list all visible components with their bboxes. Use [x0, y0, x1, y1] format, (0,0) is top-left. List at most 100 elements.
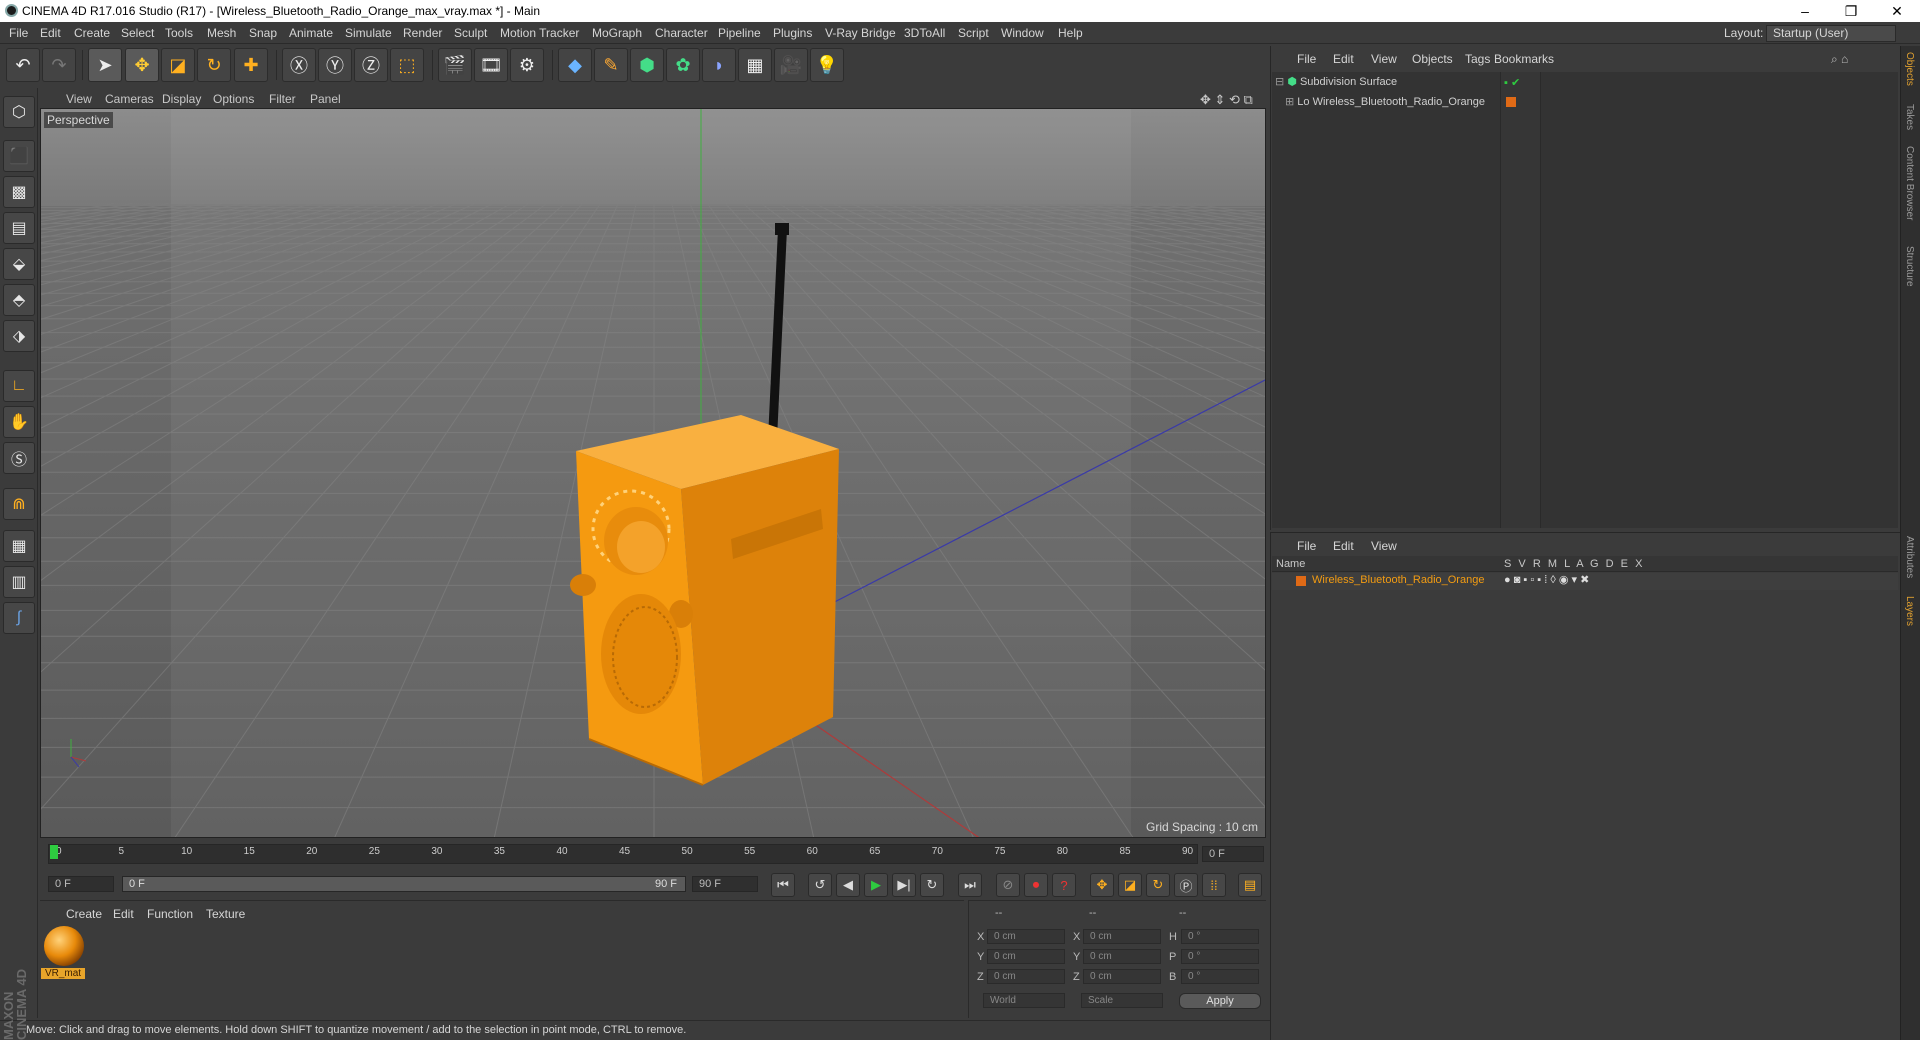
tab-layers[interactable]: Layers [1904, 596, 1915, 626]
range-slider[interactable]: 0 F 90 F [122, 876, 686, 892]
model-mode-icon[interactable]: ⬛ [3, 140, 35, 172]
object-row-subdivision[interactable]: ⊟ ⬢ Subdivision Surface [1275, 73, 1397, 91]
menu-select[interactable]: Select [121, 26, 154, 40]
goto-end-icon[interactable]: ⏭ [958, 873, 982, 897]
snap-icon[interactable]: Ⓢ [3, 442, 35, 474]
key-scale-icon[interactable]: ◪ [1118, 873, 1142, 897]
restore-icon[interactable]: ❐ [1828, 0, 1874, 22]
expand-plus-icon[interactable]: ⊞ [1285, 96, 1294, 108]
obj-menu-file[interactable]: File [1297, 52, 1316, 66]
menu-simulate[interactable]: Simulate [345, 26, 392, 40]
rotate-tool-icon[interactable]: ↻ [197, 48, 231, 82]
camera-icon[interactable]: 🎥 [774, 48, 808, 82]
object-row-radio[interactable]: ⊞ Lo Wireless_Bluetooth_Radio_Orange [1285, 93, 1485, 111]
menu-motion-tracker[interactable]: Motion Tracker [500, 26, 579, 40]
tab-takes[interactable]: Takes [1904, 104, 1915, 130]
layer-color-icon[interactable] [1506, 97, 1516, 107]
start-frame-field[interactable]: 0 F [48, 876, 114, 892]
mat-menu-function[interactable]: Function [147, 907, 193, 921]
play-icon[interactable]: ▶ [864, 873, 888, 897]
goto-start-icon[interactable]: ⏮ [771, 873, 795, 897]
layer-toggle-icons[interactable]: ● ◙ ▪ ▫ ▪ ⁞ ◊ ◉ ▾ ✖ [1504, 573, 1589, 586]
timeline-ruler[interactable]: 0 5 10 15 20 25 30 35 40 45 50 55 60 65 70 75 80 85 90 0 F [40, 840, 1266, 870]
subdivision-surface-icon[interactable]: ⬢ [630, 48, 664, 82]
menu-create[interactable]: Create [74, 26, 110, 40]
axis-mode-icon[interactable]: ∟ [3, 370, 35, 402]
menu-mograph[interactable]: MoGraph [592, 26, 642, 40]
material-swatch[interactable] [44, 926, 84, 966]
layer-name[interactable]: Wireless_Bluetooth_Radio_Orange [1312, 574, 1484, 586]
vp-menu-options[interactable]: Options [213, 92, 254, 106]
layout-select[interactable]: Startup (User) [1766, 25, 1896, 42]
timeline-playhead[interactable] [50, 845, 58, 859]
mat-menu-edit[interactable]: Edit [113, 907, 134, 921]
coordinate-system-icon[interactable]: ⬚ [390, 48, 424, 82]
menu-render[interactable]: Render [403, 26, 442, 40]
select-arrow-icon[interactable]: ➤ [88, 48, 122, 82]
obj-menu-edit[interactable]: Edit [1333, 52, 1354, 66]
layer-menu-file[interactable]: File [1297, 539, 1316, 553]
obj-menu-view[interactable]: View [1371, 52, 1397, 66]
menu-plugins[interactable]: Plugins [773, 26, 812, 40]
vp-menu-filter[interactable]: Filter [269, 92, 296, 106]
coord-type-select[interactable]: Scale [1081, 993, 1163, 1008]
y-axis-icon[interactable]: Ⓨ [318, 48, 352, 82]
keyframe-selection-icon[interactable]: ? [1052, 873, 1076, 897]
spline-pen-icon[interactable]: ✎ [594, 48, 628, 82]
render-settings-icon[interactable]: ⚙ [510, 48, 544, 82]
key-parameter-icon[interactable]: Ⓟ [1174, 873, 1198, 897]
obj-menu-objects[interactable]: Objects [1412, 52, 1453, 66]
menu-script[interactable]: Script [958, 26, 989, 40]
expand-minus-icon[interactable]: ⊟ [1275, 76, 1284, 88]
layer-menu-view[interactable]: View [1371, 539, 1397, 553]
scale-tool-icon[interactable]: ◪ [161, 48, 195, 82]
current-frame-field[interactable]: 0 F [1202, 846, 1264, 862]
close-icon[interactable]: ✕ [1874, 0, 1920, 22]
viewport-navigation-icon[interactable]: ✥ ⇕ ⟲ ⧉ [1200, 92, 1253, 108]
vp-menu-view[interactable]: View [66, 92, 92, 106]
pos-y-field[interactable]: 0 cm [987, 949, 1065, 964]
locked-workplane-icon[interactable]: ▦ [3, 530, 35, 562]
menu-vray-bridge[interactable]: V-Ray Bridge [825, 26, 896, 40]
key-rotation-icon[interactable]: ↻ [1146, 873, 1170, 897]
menu-mesh[interactable]: Mesh [207, 26, 236, 40]
end-frame-field[interactable]: 90 F [692, 876, 758, 892]
z-axis-icon[interactable]: Ⓩ [354, 48, 388, 82]
cube-primitive-icon[interactable]: ◆ [558, 48, 592, 82]
obj-search-icon[interactable]: ⌕ ⌂ [1831, 52, 1848, 67]
next-frame-icon[interactable]: ▶| [892, 873, 916, 897]
make-editable-icon[interactable]: ⬡ [3, 96, 35, 128]
menu-snap[interactable]: Snap [249, 26, 277, 40]
rot-p-field[interactable]: 0 ° [1181, 949, 1259, 964]
menu-sculpt[interactable]: Sculpt [454, 26, 487, 40]
apply-button[interactable]: Apply [1179, 993, 1261, 1009]
vp-menu-panel[interactable]: Panel [310, 92, 341, 106]
layer-menu-edit[interactable]: Edit [1333, 539, 1354, 553]
key-pla-icon[interactable]: ⁞⁞ [1202, 873, 1226, 897]
coord-mode-select[interactable]: World [983, 993, 1065, 1008]
floor-environment-icon[interactable]: ▦ [738, 48, 772, 82]
undo-icon[interactable]: ↶ [6, 48, 40, 82]
polygons-mode-icon[interactable]: ⬗ [3, 320, 35, 352]
autokey-icon[interactable]: ⏺ [1024, 873, 1048, 897]
menu-window[interactable]: Window [1001, 26, 1044, 40]
render-view-icon[interactable]: 🎬 [438, 48, 472, 82]
next-key-icon[interactable]: ↻ [920, 873, 944, 897]
vp-menu-display[interactable]: Display [162, 92, 201, 106]
texture-mode-icon[interactable]: ▩ [3, 176, 35, 208]
prev-frame-icon[interactable]: ◀ [836, 873, 860, 897]
points-mode-icon[interactable]: ⬙ [3, 248, 35, 280]
redo-icon[interactable]: ↷ [42, 48, 76, 82]
obj-menu-tags[interactable]: Tags [1465, 52, 1490, 66]
pos-x-field[interactable]: 0 cm [987, 929, 1065, 944]
deformer-icon[interactable]: ◗ [702, 48, 736, 82]
menu-pipeline[interactable]: Pipeline [718, 26, 761, 40]
menu-animate[interactable]: Animate [289, 26, 333, 40]
render-picture-viewer-icon[interactable]: 🎞 [474, 48, 508, 82]
vp-menu-cameras[interactable]: Cameras [105, 92, 154, 106]
size-y-field[interactable]: 0 cm [1083, 949, 1161, 964]
menu-tools[interactable]: Tools [165, 26, 193, 40]
rot-b-field[interactable]: 0 ° [1181, 969, 1259, 984]
menu-character[interactable]: Character [655, 26, 708, 40]
workplane-icon[interactable]: ▤ [3, 212, 35, 244]
